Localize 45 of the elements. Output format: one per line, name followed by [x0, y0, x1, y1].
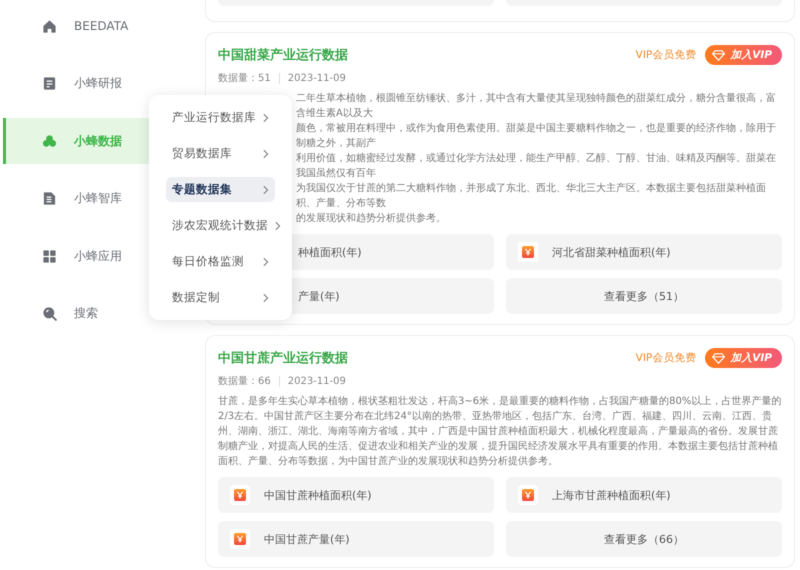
- dataset-name: 河北省甜菜种植面积(年): [552, 244, 671, 260]
- view-more-button[interactable]: 查看更多（51）: [506, 278, 782, 314]
- chevron-icon: [262, 112, 269, 122]
- chevron-icon: [262, 292, 269, 302]
- dataset-name: 种植面积(年): [298, 244, 362, 260]
- sidebar-item[interactable]: BEEDATA: [3, 3, 200, 49]
- yen-icon: [230, 485, 250, 505]
- description-line: 为我国仅次于甘蔗的第二大糖料作物，并形成了东北、西北、华北三大主产区。本数据主要包括甜菜种植面积、产量、分布等数: [296, 182, 767, 211]
- description-line: 二年生草本植物，根圆锥至纺锤状、多汁，其中含有大量使其呈现独特颜色的甜菜红成分，糖分含量很高，富含维生素A以及大: [296, 92, 777, 121]
- menu-item[interactable]: 专题数据集: [166, 177, 275, 202]
- sidebar-item[interactable]: 小蜂研报: [3, 60, 200, 106]
- home-icon: [42, 18, 57, 34]
- view-more-button[interactable]: 查看更多（66）: [506, 521, 782, 557]
- document-icon: [42, 76, 57, 91]
- diamond-icon: [712, 352, 726, 364]
- dataset-name: 中国甘蔗产量(年): [264, 532, 350, 546]
- date-text: 2023-11-09: [288, 376, 346, 386]
- yen-icon: [230, 529, 250, 549]
- dataset-name: 上海市甘蔗种植面积(年): [552, 488, 671, 502]
- yen-icon: [518, 242, 538, 262]
- dataset-name: 产量(年): [298, 288, 340, 304]
- dataset-name: 中国甘蔗种植面积(年): [264, 488, 372, 502]
- document-icon: [42, 191, 57, 206]
- date-text: 2023-11-09: [288, 72, 346, 84]
- clover-icon: [42, 134, 57, 148]
- dataset-link[interactable]: 中国甘蔗种植面积(年): [218, 477, 494, 513]
- chevron-icon: [262, 184, 269, 194]
- dataset-link[interactable]: 上海市甘蔗种植面积(年): [506, 477, 782, 513]
- description-text: 甘蔗，是多年生实心草本植物，根状茎粗壮发达，杆高3~6米，是最重要的糖料作物，占我国产糖量的80%以上，占世界产量的2/3左右。中国甘蔗产区主要分布在北纬24°以南的热带、亚热带地区，包括广东、台湾、广西、福建、四川、云南、江西、贵州、湖南、浙江、湖北、海南等南方省域，其中，广西是中国甘蔗种植面积最大，机械化程度最高，产量最高的省份。发展甘蔗制糖产业，对提高人民的生活、促进农业和相关产业的发展，提升国民经济发展水平具有重要的作用。本数据主要包括甘蔗种植面积、产量、分布等数据，为中国甘蔗产业的发展现状和趋势分析提供参考。: [218, 394, 782, 469]
- search-icon: [42, 306, 57, 321]
- chevron-icon: [262, 256, 269, 266]
- diamond-icon: [712, 50, 726, 60]
- description-line: 颜色，常被用在料理中，或作为食用色素使用。甜菜是中国主要糖料作物之一，也是重要的经济作物，除用于制糖之外，其副产: [296, 122, 777, 151]
- chevron-icon: [274, 220, 281, 230]
- grid-icon: [42, 248, 57, 264]
- dataset-link[interactable]: 中国甘蔗产量(年): [218, 521, 494, 557]
- chevron-icon: [262, 148, 269, 158]
- vip-note: VIP会员免费: [636, 48, 696, 62]
- description-line: 利用价值，如糖蜜经过发酵，或通过化学方法处理，能生产甲醇、乙醇、丁醇、甘油、味精及丙酮等。甜菜在我国虽然仅有百年: [296, 152, 777, 181]
- dataset-link[interactable]: 河北省甜菜种植面积(年): [506, 234, 782, 270]
- data-count: 数据量：66: [218, 375, 271, 388]
- vip-note: VIP会员免费: [636, 351, 696, 365]
- description-line: 的发展现状和趋势分析提供参考。: [296, 212, 447, 226]
- data-count: 数据量：51: [218, 72, 271, 85]
- yen-icon: [518, 485, 538, 505]
